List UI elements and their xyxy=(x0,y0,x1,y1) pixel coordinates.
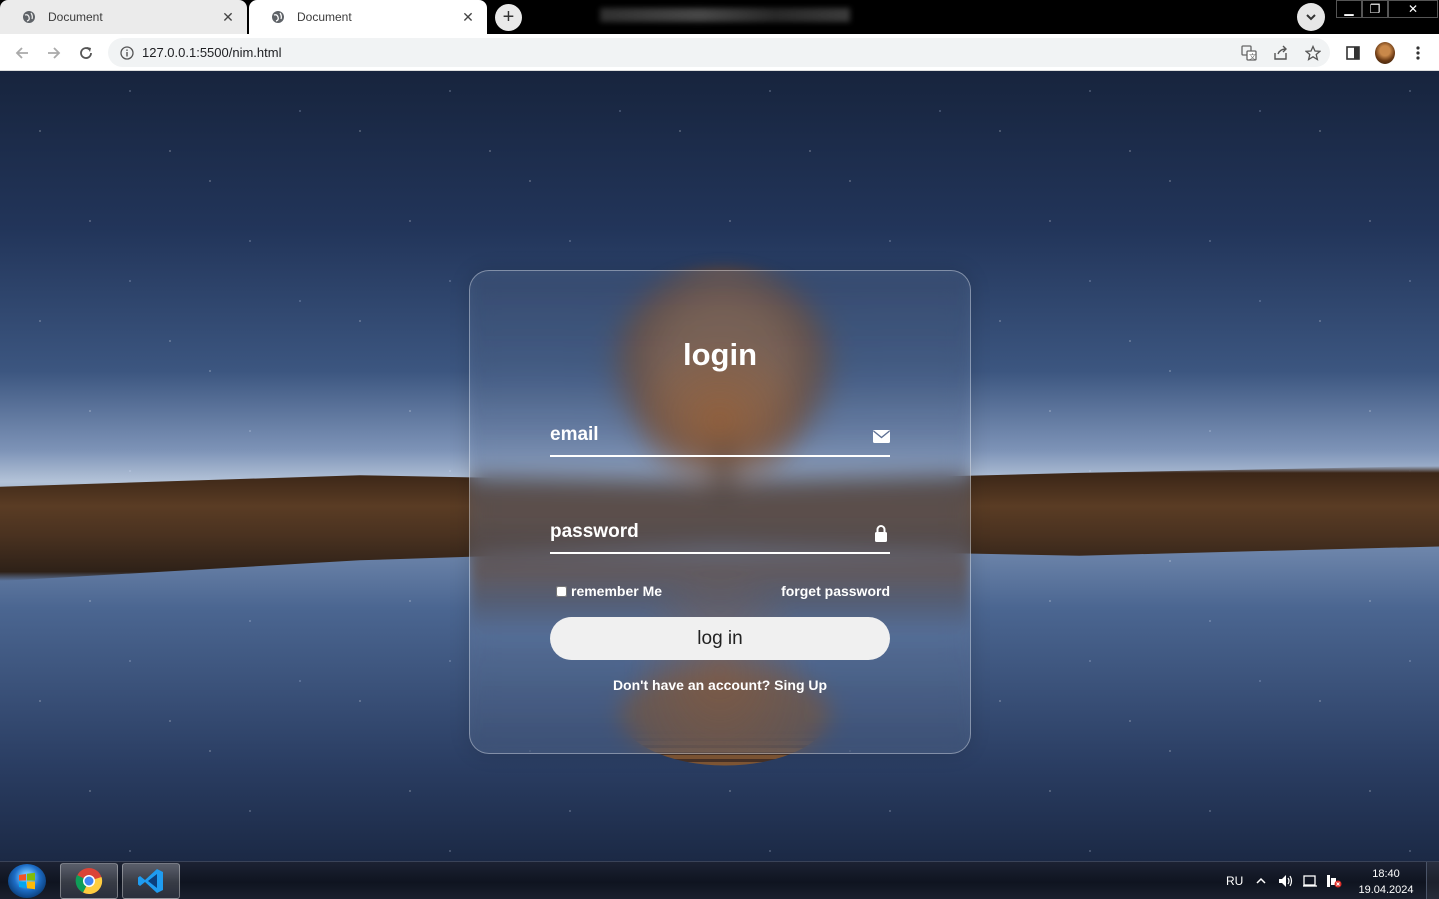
restore-window-icon[interactable]: ❐ xyxy=(1362,0,1388,18)
more-menu-icon[interactable] xyxy=(1408,43,1428,63)
back-icon[interactable] xyxy=(10,41,34,65)
side-panel-icon[interactable] xyxy=(1343,43,1363,63)
clock-time: 18:40 xyxy=(1372,868,1400,880)
clock-date: 19.04.2024 xyxy=(1358,884,1414,896)
site-info-icon[interactable] xyxy=(120,45,134,60)
url-text[interactable]: 127.0.0.1:5500/nim.html xyxy=(142,45,281,60)
blurred-window-title xyxy=(600,8,850,22)
email-input[interactable] xyxy=(550,415,850,455)
password-field-group xyxy=(550,512,890,554)
action-center-icon[interactable] xyxy=(1302,862,1318,899)
globe-icon xyxy=(22,10,36,24)
lock-icon xyxy=(872,524,890,542)
chrome-icon xyxy=(75,868,103,895)
remember-me-checkbox[interactable] xyxy=(556,585,567,597)
address-bar[interactable]: 127.0.0.1:5500/nim.html xyxy=(108,38,1330,67)
svg-text:文: 文 xyxy=(1249,52,1256,61)
browser-tab-bar: Document ✕ Document ✕ + ▁ ❐ ✕ xyxy=(0,0,1439,34)
taskbar-chrome[interactable] xyxy=(60,863,118,899)
chevron-down-icon xyxy=(1306,14,1316,21)
tab-search-button[interactable] xyxy=(1297,3,1325,31)
password-input[interactable] xyxy=(550,512,850,552)
close-window-icon[interactable]: ✕ xyxy=(1388,0,1438,18)
tab-title: Document xyxy=(48,10,103,24)
taskbar-vscode[interactable] xyxy=(122,863,180,899)
show-hidden-icons-icon[interactable] xyxy=(1256,862,1266,899)
browser-tab-2[interactable]: Document ✕ xyxy=(249,0,487,34)
taskbar-clock[interactable]: 18:40 19.04.2024 xyxy=(1350,866,1422,898)
volume-icon[interactable] xyxy=(1278,862,1294,899)
windows-taskbar: RU 18:40 19.04.2024 xyxy=(0,861,1439,899)
avatar xyxy=(1375,42,1395,64)
forward-icon[interactable] xyxy=(42,41,66,65)
start-button[interactable] xyxy=(8,864,46,898)
tab-title: Document xyxy=(297,10,352,24)
page-background: login remember Me forget password log in… xyxy=(0,71,1439,861)
language-indicator[interactable]: RU xyxy=(1226,862,1243,899)
close-tab-icon[interactable]: ✕ xyxy=(461,9,475,26)
windows-logo-icon xyxy=(19,872,35,890)
profile-avatar[interactable] xyxy=(1375,42,1395,64)
network-disconnected-icon[interactable] xyxy=(1326,862,1342,899)
sign-up-link[interactable]: Don't have an account? Sing Up xyxy=(613,677,827,693)
translate-icon[interactable]: 文 xyxy=(1239,43,1259,63)
login-card: login remember Me forget password log in… xyxy=(469,270,971,754)
remember-me-label[interactable]: remember Me xyxy=(550,583,662,599)
show-desktop-button[interactable] xyxy=(1426,862,1439,899)
login-button[interactable]: log in xyxy=(550,617,890,660)
remember-me-text: remember Me xyxy=(571,583,663,599)
vscode-icon xyxy=(138,869,163,893)
envelope-icon xyxy=(872,427,890,445)
remember-forgot-row: remember Me forget password xyxy=(550,582,890,600)
minimize-window-icon[interactable]: ▁ xyxy=(1336,0,1362,18)
close-tab-icon[interactable]: ✕ xyxy=(221,9,235,26)
register-prompt: Don't have an account? Sing Up xyxy=(470,677,970,693)
bookmark-star-icon[interactable] xyxy=(1303,43,1323,63)
login-title: login xyxy=(682,337,758,372)
reload-icon[interactable] xyxy=(74,41,98,65)
new-tab-button[interactable]: + xyxy=(495,4,522,31)
browser-tab-1[interactable]: Document ✕ xyxy=(0,0,247,34)
share-icon[interactable] xyxy=(1271,43,1291,63)
forgot-password-link[interactable]: forget password xyxy=(781,583,890,599)
browser-toolbar: 127.0.0.1:5500/nim.html 文 xyxy=(0,34,1439,71)
globe-icon xyxy=(271,10,285,24)
email-field-group xyxy=(550,415,890,457)
